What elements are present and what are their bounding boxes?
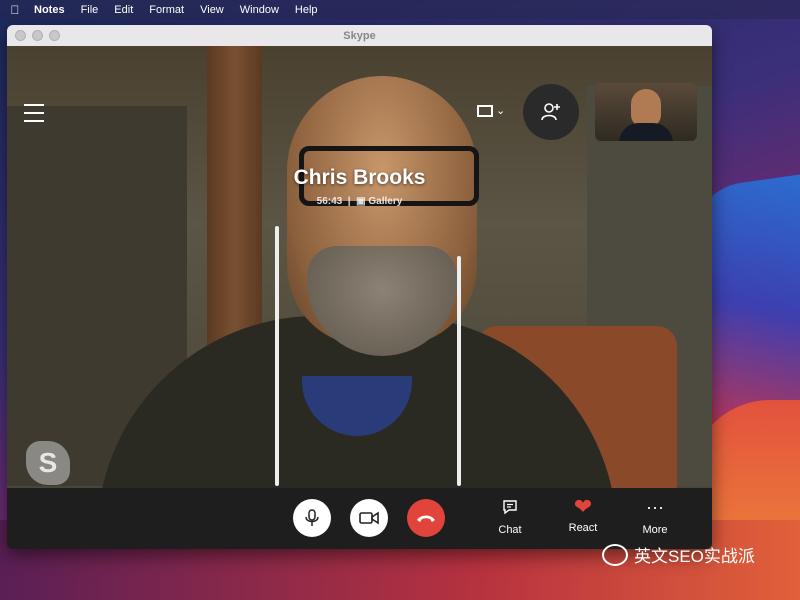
- more-dots-icon: ···: [646, 496, 664, 517]
- skype-window: Skype Chris Brooks 56:43 | ▣ Gallery ⌄ S…: [7, 25, 712, 549]
- microphone-icon: [305, 509, 319, 526]
- menu-item-notes[interactable]: Notes: [30, 4, 73, 16]
- add-participant-button[interactable]: [523, 84, 579, 140]
- zoom-window-button[interactable]: [49, 30, 60, 41]
- menu-item-edit[interactable]: Edit: [106, 4, 141, 16]
- remote-video: Chris Brooks 56:43 | ▣ Gallery ⌄ S: [7, 46, 712, 488]
- apple-icon[interactable]: : [0, 3, 30, 17]
- view-mode-label[interactable]: Gallery: [368, 196, 402, 207]
- chat-label: Chat: [498, 524, 522, 536]
- menu-item-file[interactable]: File: [73, 4, 107, 16]
- fullscreen-icon: [477, 104, 493, 117]
- hang-up-icon: [417, 515, 435, 522]
- more-label: More: [642, 524, 668, 536]
- menu-item-format[interactable]: Format: [141, 4, 192, 16]
- mute-microphone-button[interactable]: [293, 499, 331, 537]
- skype-logo-icon: S: [26, 441, 70, 485]
- call-control-bar: Chat ❤ React ··· More: [7, 488, 712, 549]
- menu-item-help[interactable]: Help: [287, 4, 326, 16]
- wechat-logo-icon: [602, 543, 628, 566]
- toggle-video-button[interactable]: [350, 499, 388, 537]
- window-titlebar[interactable]: Skype: [7, 25, 712, 47]
- heart-icon: ❤: [573, 494, 593, 519]
- caller-name: Chris Brooks: [293, 166, 426, 189]
- watermark: 英文SEO实战派: [602, 542, 755, 567]
- minimize-window-button[interactable]: [32, 30, 43, 41]
- end-call-button[interactable]: [407, 499, 445, 537]
- close-window-button[interactable]: [15, 30, 26, 41]
- video-camera-icon: [359, 511, 379, 525]
- gallery-icon: ▣: [356, 196, 366, 207]
- window-title: Skype: [343, 29, 376, 42]
- watermark-text: 英文SEO实战派: [634, 547, 755, 566]
- add-person-icon: [541, 103, 560, 121]
- menu-item-view[interactable]: View: [192, 4, 232, 16]
- switch-view-button[interactable]: ⌄: [477, 104, 505, 117]
- call-meta: 56:43 | ▣ Gallery: [7, 196, 712, 207]
- self-video-preview[interactable]: [595, 83, 697, 141]
- react-label: React: [568, 522, 598, 534]
- react-button[interactable]: ❤ React: [558, 494, 608, 534]
- more-button[interactable]: ··· More: [630, 496, 680, 537]
- meta-separator: |: [347, 196, 351, 207]
- hamburger-menu-icon[interactable]: [24, 104, 44, 122]
- call-duration: 56:43: [316, 196, 343, 207]
- chat-button[interactable]: Chat: [485, 496, 535, 536]
- chat-icon: [485, 496, 535, 518]
- chevron-down-icon: ⌄: [496, 105, 506, 117]
- menu-bar:  Notes File Edit Format View Window Hel…: [0, 0, 800, 19]
- menu-item-window[interactable]: Window: [232, 4, 287, 16]
